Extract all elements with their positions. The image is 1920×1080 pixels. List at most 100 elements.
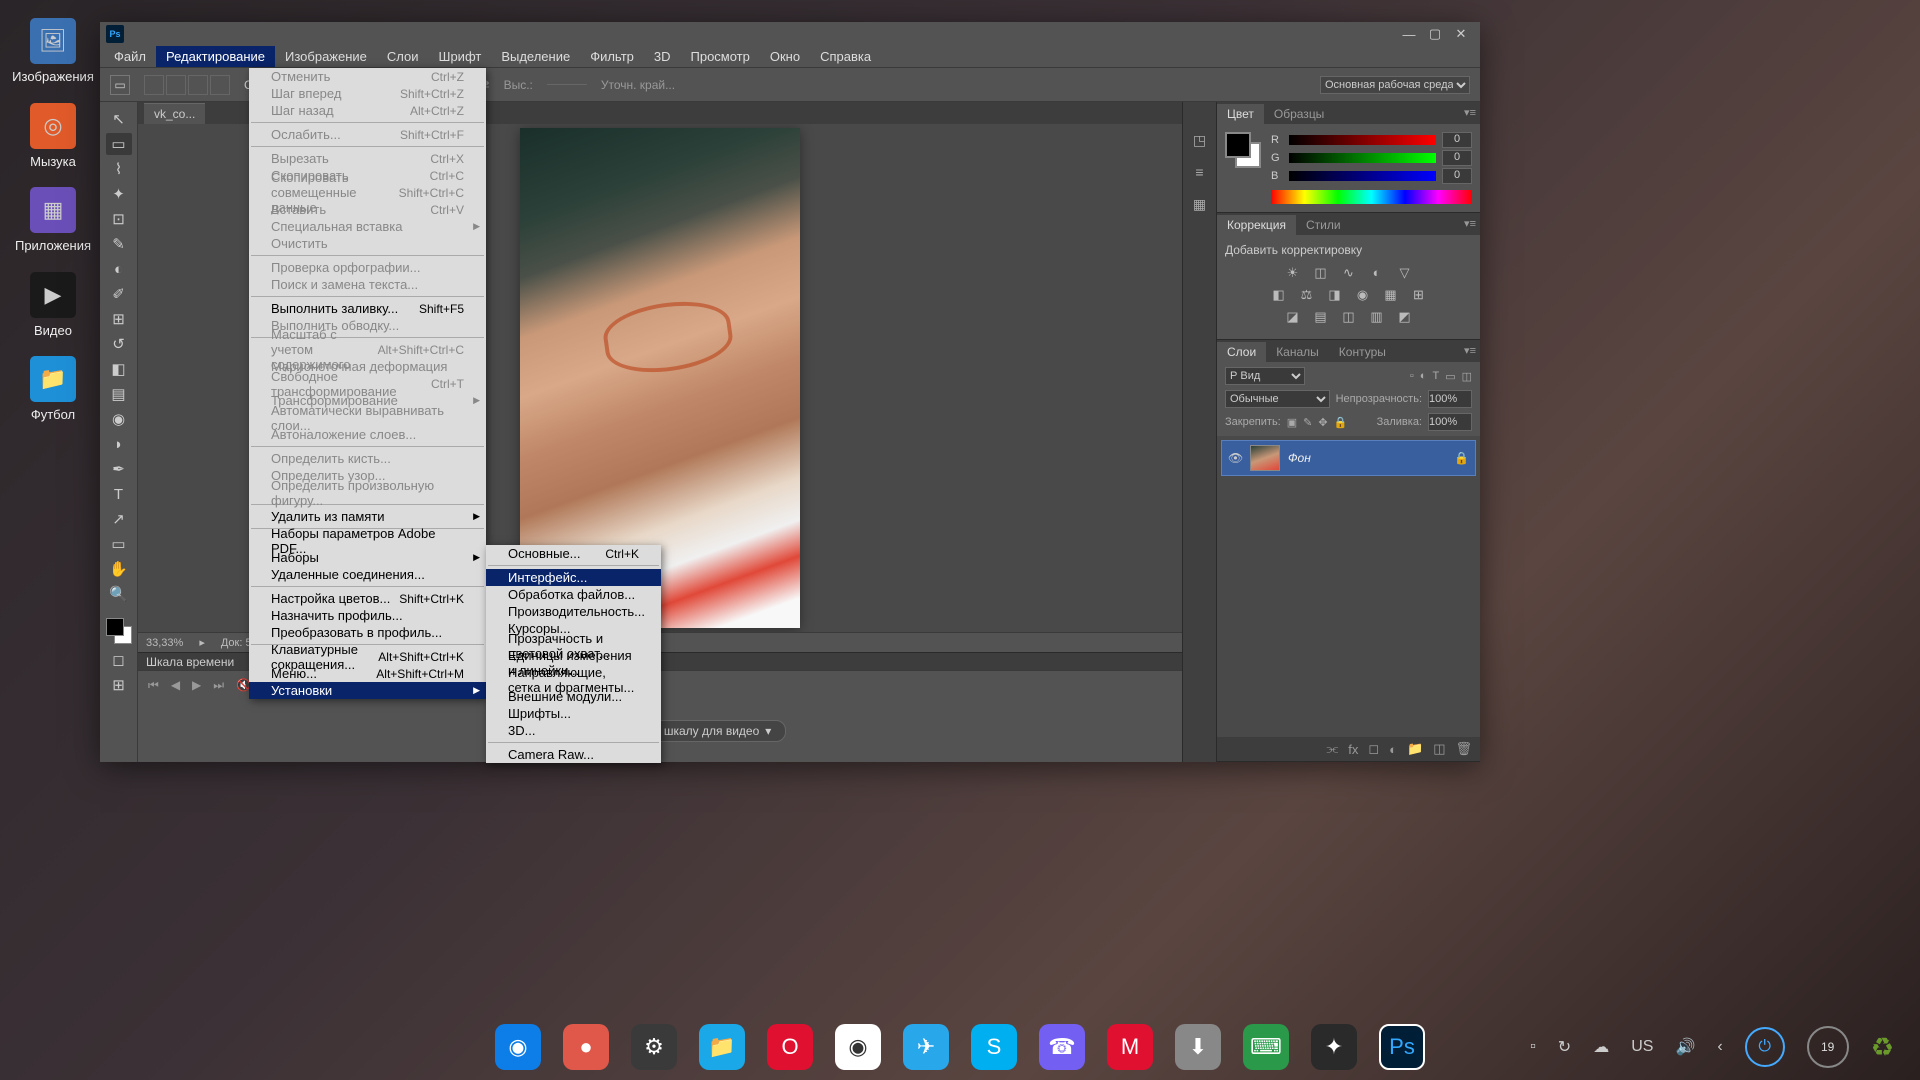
layer-fx-icon[interactable]: fx — [1348, 742, 1358, 757]
menu-item[interactable]: Удаленные соединения... — [249, 566, 486, 583]
new-adjustment-icon[interactable]: ◐ — [1389, 742, 1397, 757]
marquee-tool[interactable]: ▭ — [106, 133, 132, 155]
blur-tool[interactable]: ◉ — [106, 408, 132, 430]
zoom-level[interactable]: 33,33% — [146, 637, 183, 649]
color-swatch-big[interactable] — [1225, 132, 1261, 168]
menu-изображение[interactable]: Изображение — [275, 46, 377, 67]
dock-files-icon[interactable]: 📁 — [699, 1024, 745, 1070]
brush-tool[interactable]: ✐ — [106, 283, 132, 305]
eraser-tool[interactable]: ◧ — [106, 358, 132, 380]
adj-exposure-icon[interactable]: ◐ — [1368, 265, 1386, 281]
b-slider[interactable] — [1289, 171, 1436, 181]
selection-mode-buttons[interactable] — [144, 75, 230, 95]
tab-styles[interactable]: Стили — [1296, 215, 1351, 235]
g-slider[interactable] — [1289, 153, 1436, 163]
dock-skype-icon[interactable]: S — [971, 1024, 1017, 1070]
dock-mega-icon[interactable]: M — [1107, 1024, 1153, 1070]
menu-item[interactable]: 3D... — [486, 722, 661, 739]
color-swatches[interactable] — [104, 616, 134, 646]
menu-item[interactable]: Установки▶ — [249, 682, 486, 699]
menu-справка[interactable]: Справка — [810, 46, 881, 67]
path-select-tool[interactable]: ↗ — [106, 508, 132, 530]
r-slider[interactable] — [1289, 135, 1436, 145]
adj-selective-icon[interactable]: ◩ — [1396, 309, 1414, 325]
visibility-icon[interactable]: 👁 — [1228, 451, 1242, 465]
layer-filter-kind[interactable]: Р Вид — [1225, 367, 1305, 385]
panel-menu-icon[interactable]: ▾≡ — [1464, 344, 1476, 357]
dock-slack-icon[interactable]: ✦ — [1311, 1024, 1357, 1070]
adj-photo-filter-icon[interactable]: ◉ — [1354, 287, 1372, 303]
adj-bw-icon[interactable]: ◨ — [1326, 287, 1344, 303]
tray-cloud-icon[interactable]: ☁ — [1593, 1037, 1609, 1057]
menu-файл[interactable]: Файл — [104, 46, 156, 67]
menu-item[interactable]: Настройка цветов...Shift+Ctrl+K — [249, 590, 486, 607]
spectrum-ramp[interactable] — [1271, 190, 1472, 204]
adj-balance-icon[interactable]: ⚖ — [1298, 287, 1316, 303]
quick-select-tool[interactable]: ✦ — [106, 183, 132, 205]
tool-preset-icon[interactable]: ▭ — [110, 75, 130, 95]
r-value[interactable]: 0 — [1442, 132, 1472, 148]
tab-paths[interactable]: Контуры — [1329, 342, 1396, 362]
titlebar[interactable]: Ps — ▢ ✕ — [100, 22, 1480, 46]
refine-edge-button[interactable]: Уточн. край... — [601, 78, 675, 92]
dock-opera-icon[interactable]: O — [767, 1024, 813, 1070]
eyedropper-tool[interactable]: ✎ — [106, 233, 132, 255]
desktop-icon[interactable]: 📁Футбол — [18, 356, 88, 423]
properties-icon[interactable]: ≡ — [1189, 164, 1211, 182]
adj-invert-icon[interactable]: ◪ — [1284, 309, 1302, 325]
panel-menu-icon[interactable]: ▾≡ — [1464, 217, 1476, 230]
lock-position-icon[interactable]: ✥ — [1318, 416, 1327, 429]
lock-all-icon[interactable]: 🔒 — [1334, 416, 1348, 429]
screen-mode-tool[interactable]: ⊞ — [106, 674, 132, 696]
menu-item[interactable]: Интерфейс... — [486, 569, 661, 586]
close-button[interactable]: ✕ — [1448, 24, 1474, 44]
adj-levels-icon[interactable]: ◫ — [1312, 265, 1330, 281]
g-value[interactable]: 0 — [1442, 150, 1472, 166]
menu-item[interactable]: Удалить из памяти▶ — [249, 508, 486, 525]
tray-sync-icon[interactable]: ↻ — [1558, 1037, 1571, 1057]
filter-type-icon[interactable]: T — [1432, 370, 1439, 382]
filter-shape-icon[interactable]: ▭ — [1445, 370, 1455, 383]
link-layers-icon[interactable]: ⫘ — [1327, 741, 1339, 757]
fill-input[interactable] — [1428, 413, 1472, 431]
height-field[interactable] — [547, 84, 587, 85]
menu-выделение[interactable]: Выделение — [491, 46, 580, 67]
menu-item[interactable]: Наборы параметров Adobe PDF... — [249, 532, 486, 549]
dodge-tool[interactable]: ◗ — [106, 433, 132, 455]
healing-brush-tool[interactable]: ◐ — [106, 258, 132, 280]
desktop-icon[interactable]: ◎Мызука — [18, 103, 88, 170]
menu-item[interactable]: Обработка файлов... — [486, 586, 661, 603]
b-value[interactable]: 0 — [1442, 168, 1472, 184]
menu-редактирование[interactable]: Редактирование — [156, 46, 275, 67]
layer-mask-icon[interactable]: ◻ — [1368, 741, 1379, 757]
dock-download-icon[interactable]: ⬇ — [1175, 1024, 1221, 1070]
timeline-first-icon[interactable]: ⏮ — [148, 678, 159, 693]
gradient-tool[interactable]: ▤ — [106, 383, 132, 405]
menu-item[interactable]: Преобразовать в профиль... — [249, 624, 486, 641]
menu-просмотр[interactable]: Просмотр — [681, 46, 760, 67]
desktop-icon[interactable]: 🖼Изображения — [18, 18, 88, 85]
desktop-icon[interactable]: ▶Видео — [18, 272, 88, 339]
menu-item[interactable]: Выполнить заливку...Shift+F5 — [249, 300, 486, 317]
history-icon[interactable]: ◳ — [1189, 132, 1211, 150]
tab-channels[interactable]: Каналы — [1266, 342, 1329, 362]
menu-item[interactable]: Наборы▶ — [249, 549, 486, 566]
menu-слои[interactable]: Слои — [377, 46, 429, 67]
desktop-icon[interactable]: ▦Приложения — [18, 187, 88, 254]
adj-brightness-icon[interactable]: ☀ — [1284, 265, 1302, 281]
dock-viber-icon[interactable]: ☎ — [1039, 1024, 1085, 1070]
menu-фильтр[interactable]: Фильтр — [580, 46, 644, 67]
workspace-select[interactable]: Основная рабочая среда — [1320, 76, 1470, 94]
tray-app-icon[interactable]: ▫ — [1530, 1038, 1536, 1056]
tab-layers[interactable]: Слои — [1217, 342, 1266, 362]
history-brush-tool[interactable]: ↺ — [106, 333, 132, 355]
new-layer-icon[interactable]: ◫ — [1433, 741, 1445, 757]
menu-item[interactable]: Назначить профиль... — [249, 607, 486, 624]
new-group-icon[interactable]: 📁 — [1407, 741, 1423, 757]
menu-окно[interactable]: Окно — [760, 46, 810, 67]
dock-keyboard-icon[interactable]: ⌨ — [1243, 1024, 1289, 1070]
layer-item[interactable]: 👁 Фон 🔒 — [1221, 440, 1476, 476]
tab-adjustments[interactable]: Коррекция — [1217, 215, 1296, 235]
tray-trash-icon[interactable]: ♻ — [1871, 1032, 1894, 1063]
zoom-tool[interactable]: 🔍 — [106, 583, 132, 605]
